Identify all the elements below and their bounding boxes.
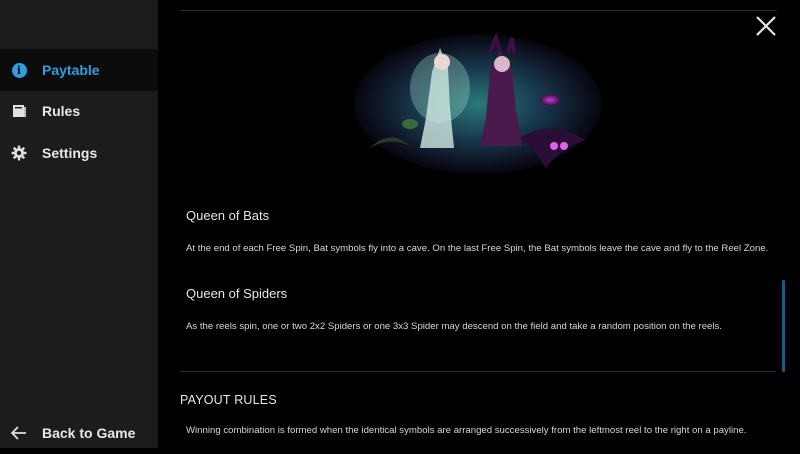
- section-text-queen-of-bats: At the end of each Free Spin, Bat symbol…: [186, 243, 769, 254]
- sidebar-item-rules[interactable]: Rules: [0, 90, 158, 132]
- sidebar-item-paytable[interactable]: i Paytable: [0, 49, 158, 91]
- back-to-game-label: Back to Game: [42, 425, 136, 441]
- top-divider: [180, 10, 777, 11]
- gear-icon: [11, 145, 27, 161]
- book-icon: [11, 103, 27, 119]
- scrollbar[interactable]: [782, 280, 785, 372]
- section-title-queen-of-bats: Queen of Bats: [186, 208, 270, 223]
- section-text-queen-of-spiders: As the reels spin, one or two 2x2 Spider…: [186, 321, 722, 332]
- arrow-left-icon: [11, 425, 27, 441]
- sidebar-item-label: Settings: [42, 145, 98, 161]
- sidebar-item-label: Paytable: [42, 62, 100, 78]
- feature-illustration: [350, 28, 606, 184]
- close-button[interactable]: [754, 14, 778, 38]
- section-title-queen-of-spiders: Queen of Spiders: [186, 286, 288, 301]
- payout-rules-text: Winning combination is formed when the i…: [186, 425, 747, 436]
- payout-rules-heading: PAYOUT RULES: [180, 393, 277, 407]
- info-icon: i: [11, 62, 27, 78]
- sidebar-item-label: Rules: [42, 103, 81, 119]
- sidebar-item-settings[interactable]: Settings: [0, 132, 158, 174]
- sidebar: i Paytable Rules Settings Back to Game: [0, 0, 158, 448]
- close-icon: [756, 16, 776, 36]
- section-divider: [180, 371, 776, 372]
